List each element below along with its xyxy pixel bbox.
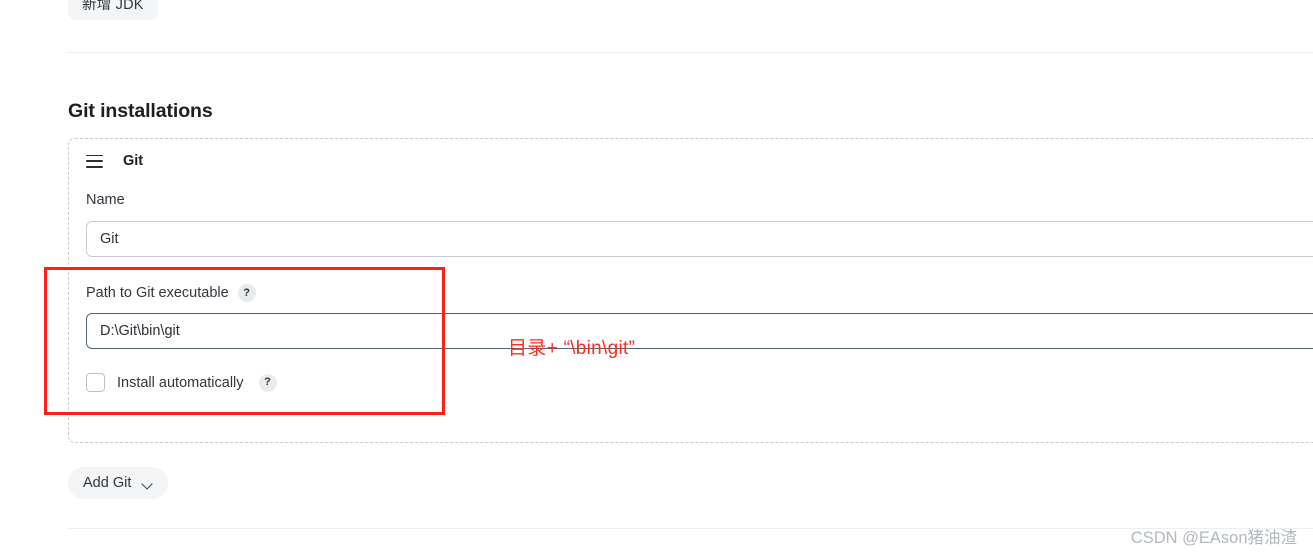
add-git-label: Add Git xyxy=(83,475,132,491)
git-installation-card: Git Name Path to Git executable ? Instal… xyxy=(68,138,1313,443)
page-title: Git installations xyxy=(68,100,213,123)
install-automatically-checkbox[interactable] xyxy=(86,373,105,392)
install-automatically-label: Install automatically xyxy=(117,374,244,391)
hamburger-icon[interactable] xyxy=(86,154,103,168)
add-jdk-label: 新增 JDK xyxy=(82,0,144,13)
card-header: Git xyxy=(86,153,143,169)
name-field-label: Name xyxy=(86,192,125,208)
path-to-git-executable-input[interactable] xyxy=(86,313,1313,349)
add-jdk-button[interactable]: 新增 JDK xyxy=(68,0,158,20)
add-git-button[interactable]: Add Git xyxy=(68,467,169,499)
section-divider-bottom xyxy=(68,528,1313,529)
install-automatically-row[interactable]: Install automatically ? xyxy=(86,373,277,392)
chevron-down-icon xyxy=(142,480,153,487)
card-title: Git xyxy=(123,153,144,169)
watermark: CSDN @EAson猪油渣 xyxy=(1130,529,1297,547)
question-mark-icon[interactable]: ? xyxy=(258,373,277,392)
question-mark-icon[interactable]: ? xyxy=(237,284,256,302)
name-label-text: Name xyxy=(86,192,125,208)
section-divider-top xyxy=(68,52,1313,53)
name-input[interactable] xyxy=(86,221,1313,257)
path-label-text: Path to Git executable xyxy=(86,285,229,301)
path-field-label: Path to Git executable ? xyxy=(86,284,256,302)
